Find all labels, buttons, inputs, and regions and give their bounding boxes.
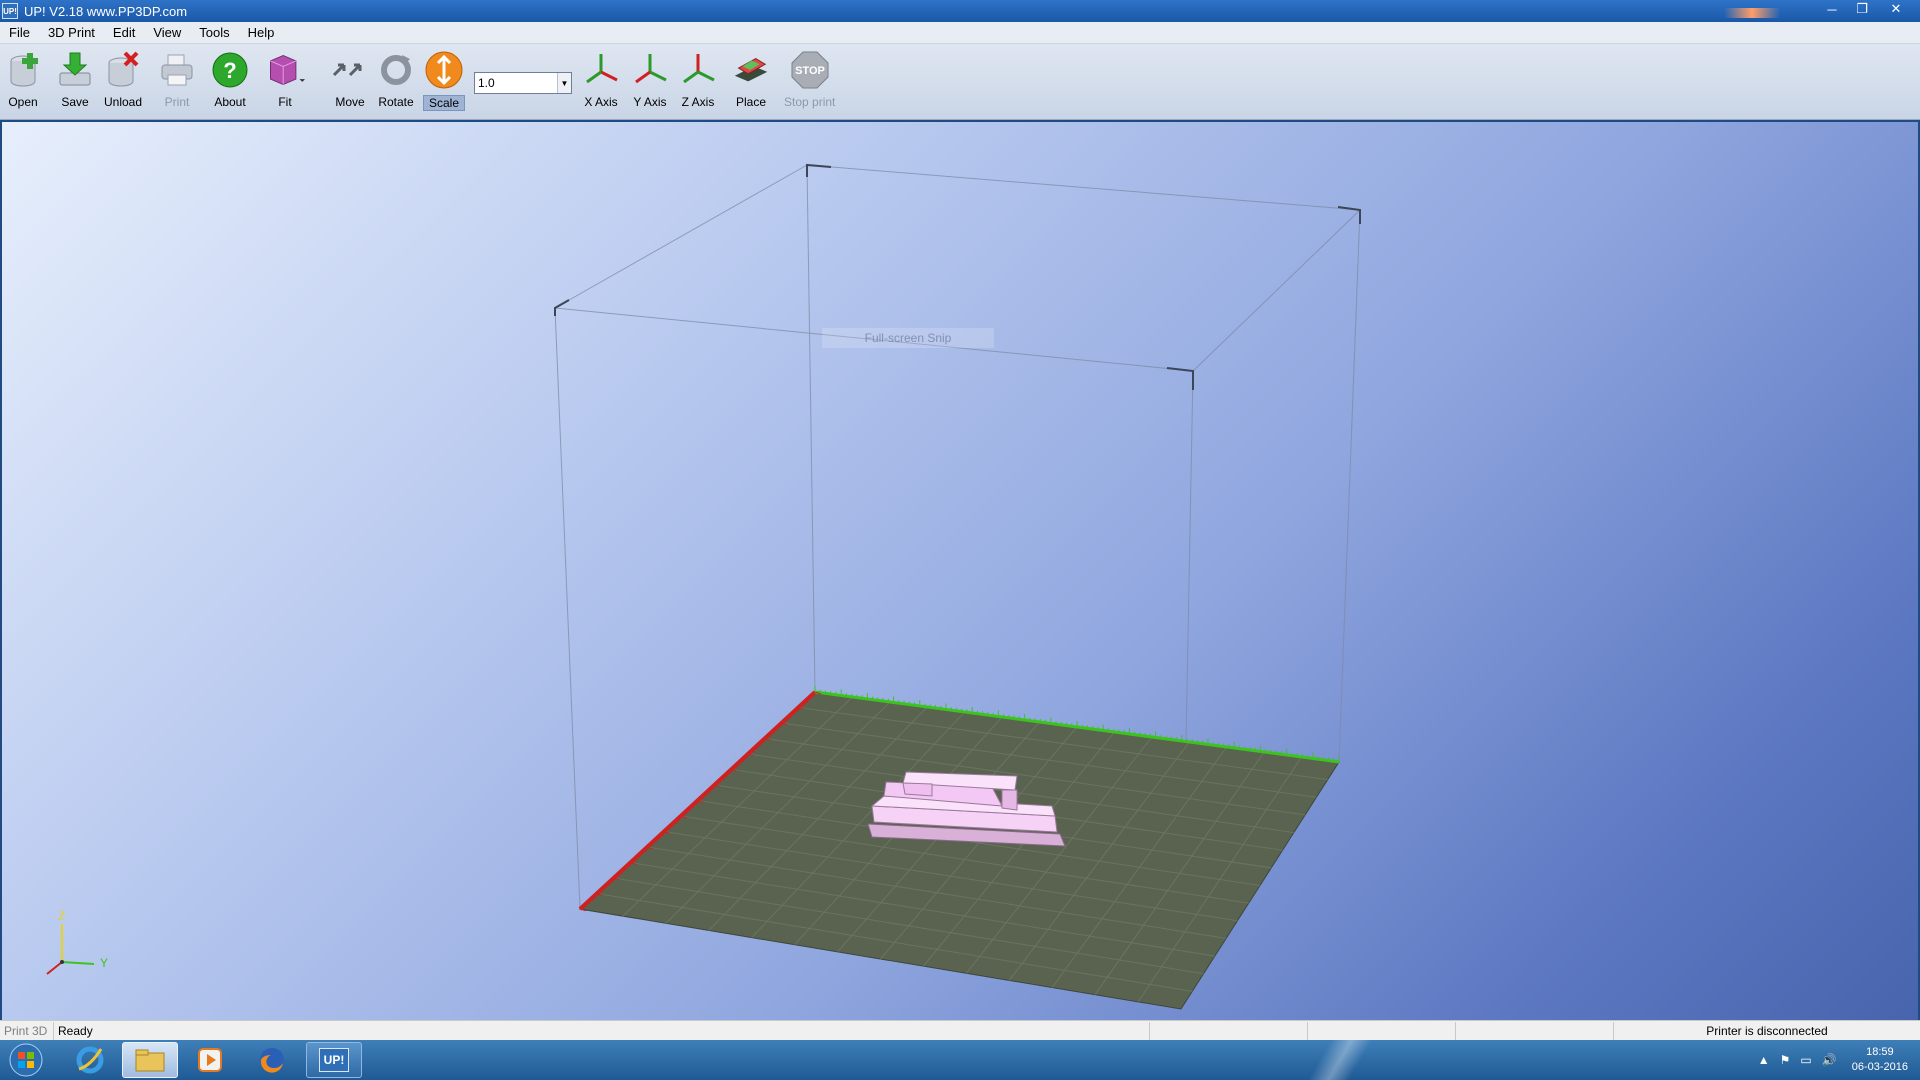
volume-icon[interactable]: 🔊	[1822, 1053, 1837, 1067]
x-axis-label: X Axis	[584, 95, 618, 109]
action-center-flag-icon[interactable]: ⚑	[1780, 1053, 1791, 1067]
stop-icon: STOP	[790, 50, 830, 90]
menu-edit[interactable]: Edit	[104, 25, 144, 40]
status-slot-1	[1150, 1021, 1308, 1040]
fit-button[interactable]: Fit	[265, 50, 305, 109]
x-axis-icon	[581, 50, 621, 90]
z-axis-icon	[678, 50, 718, 90]
folder-icon	[135, 1049, 165, 1072]
unload-button[interactable]: Unload	[103, 50, 143, 109]
z-axis-label: Z Axis	[681, 95, 715, 109]
stop-print-button[interactable]: STOP Stop print	[784, 50, 835, 109]
unload-icon	[103, 50, 143, 90]
taskbar-explorer[interactable]	[122, 1042, 178, 1078]
move-label: Move	[335, 95, 365, 109]
menu-3d-print[interactable]: 3D Print	[39, 25, 104, 40]
clock[interactable]: 18:59 06-03-2016	[1852, 1045, 1908, 1075]
fit-cube-icon	[265, 50, 305, 90]
taskbar-up-app[interactable]: UP!	[306, 1042, 362, 1078]
menu-bar: File 3D Print Edit View Tools Help	[0, 22, 1920, 44]
printer-icon	[157, 50, 197, 90]
scale-button[interactable]: Scale	[423, 50, 466, 111]
move-button[interactable]: Move	[330, 50, 370, 109]
snip-overlay-label: Full-screen Snip	[822, 328, 994, 348]
open-icon	[3, 50, 43, 90]
internet-explorer-icon	[76, 1046, 104, 1074]
fit-label: Fit	[278, 95, 292, 109]
save-label: Save	[61, 95, 89, 109]
menu-tools[interactable]: Tools	[190, 25, 238, 40]
axis-z-label: Z	[58, 909, 65, 923]
move-icon	[330, 50, 370, 90]
clock-time: 18:59	[1866, 1046, 1894, 1058]
open-label: Open	[8, 95, 38, 109]
network-icon[interactable]: ▭	[1800, 1053, 1811, 1067]
media-player-icon	[198, 1048, 222, 1072]
up-app-icon: UP!	[319, 1048, 349, 1072]
chevron-down-icon[interactable]: ▼	[557, 73, 571, 93]
clock-date: 06-03-2016	[1851, 1061, 1908, 1073]
status-state: Ready	[54, 1021, 1150, 1040]
title-bar: UP! UP! V2.18 www.PP3DP.com ─ ❐ ✕	[0, 0, 1920, 22]
taskbar-glow	[1300, 1040, 1380, 1080]
print-button[interactable]: Print	[157, 50, 197, 109]
z-axis-button[interactable]: Z Axis	[678, 50, 718, 109]
rotate-button[interactable]: Rotate	[376, 50, 416, 109]
close-button[interactable]: ✕	[1882, 0, 1910, 18]
axis-triad: Z Y	[46, 909, 108, 975]
3d-viewport[interactable]: Z Y Full-screen Snip	[2, 122, 1918, 1020]
axis-y-label: Y	[100, 956, 108, 970]
taskbar: UP! ▲ ⚑ ▭ 🔊 18:59 06-03-2016	[0, 1040, 1920, 1080]
start-button[interactable]	[4, 1042, 48, 1078]
taskbar-firefox[interactable]	[244, 1042, 300, 1078]
status-bar: Print 3D Ready Printer is disconnected	[0, 1020, 1920, 1040]
svg-text:?: ?	[223, 58, 236, 83]
place-button[interactable]: Place	[731, 50, 771, 109]
svg-text:STOP: STOP	[795, 65, 825, 77]
scale-icon	[424, 50, 464, 90]
scene: Z Y	[46, 163, 1361, 1010]
menu-view[interactable]: View	[144, 25, 190, 40]
system-tray: ▲ ⚑ ▭ 🔊 18:59 06-03-2016	[1753, 1040, 1908, 1080]
help-icon: ?	[210, 50, 250, 90]
about-button[interactable]: ? About	[210, 50, 250, 109]
taskbar-media-player[interactable]	[182, 1042, 238, 1078]
place-label: Place	[735, 95, 767, 109]
scale-factor-select[interactable]: 1.0 ▼	[474, 72, 572, 94]
rotate-label: Rotate	[378, 95, 414, 109]
place-icon	[731, 50, 771, 90]
y-axis-button[interactable]: Y Axis	[630, 50, 670, 109]
printer-status: Printer is disconnected	[1706, 1023, 1828, 1038]
y-axis-label: Y Axis	[633, 95, 667, 109]
menu-file[interactable]: File	[0, 25, 39, 40]
menu-help[interactable]: Help	[239, 25, 284, 40]
restore-button[interactable]: ❐	[1848, 0, 1876, 18]
y-axis-icon	[630, 50, 670, 90]
titlebar-accent	[1724, 8, 1780, 18]
build-plate	[578, 691, 1340, 1010]
print-label: Print	[164, 95, 190, 109]
status-slot-3	[1456, 1021, 1614, 1040]
open-button[interactable]: Open	[3, 50, 43, 109]
status-mode: Print 3D	[0, 1021, 54, 1040]
scale-factor-value: 1.0	[478, 76, 495, 90]
about-label: About	[214, 95, 246, 109]
app-icon: UP!	[2, 3, 18, 19]
status-slot-2	[1308, 1021, 1456, 1040]
tray-expand-icon[interactable]: ▲	[1758, 1053, 1770, 1067]
taskbar-ie[interactable]	[62, 1042, 118, 1078]
minimize-button[interactable]: ─	[1818, 0, 1846, 18]
windows-logo-icon	[9, 1043, 43, 1077]
build-volume-corners	[554, 163, 1361, 390]
save-icon	[55, 50, 95, 90]
toolbar: Open Save Unload Print ? About Fit Move	[0, 44, 1920, 120]
firefox-icon	[260, 1048, 284, 1073]
x-axis-button[interactable]: X Axis	[581, 50, 621, 109]
stop-print-label: Stop print	[784, 95, 836, 109]
rotate-icon	[376, 50, 416, 90]
save-button[interactable]: Save	[55, 50, 95, 109]
unload-label: Unload	[103, 95, 143, 109]
scale-label: Scale	[423, 95, 466, 111]
window-title: UP! V2.18 www.PP3DP.com	[24, 3, 188, 19]
